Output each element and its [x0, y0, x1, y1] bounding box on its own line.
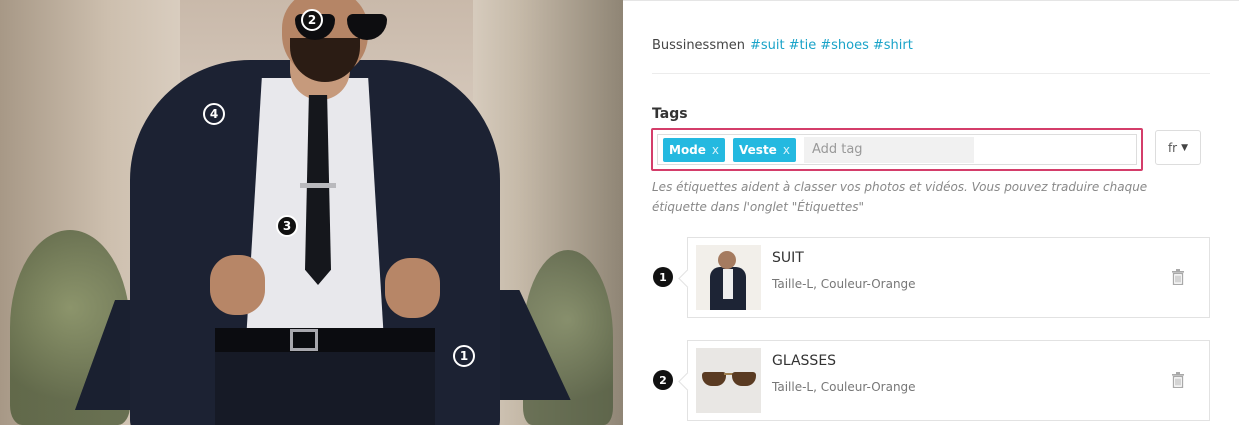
caption-text: Bussinessmen — [652, 38, 745, 53]
trash-icon[interactable] — [1171, 269, 1185, 285]
hand — [210, 255, 265, 315]
tie — [305, 95, 331, 285]
product-title: GLASSES — [772, 353, 837, 369]
hashtag-link[interactable]: #suit — [750, 38, 785, 53]
tags-label: Tags — [652, 106, 688, 122]
caret-down-icon: ▼ — [1181, 142, 1189, 153]
product-photo: 2 4 3 1 — [0, 0, 623, 425]
hashtag-link[interactable]: #shoes — [820, 38, 869, 53]
tag-input-box: Mode x Veste x — [651, 128, 1143, 171]
product-title: SUIT — [772, 250, 804, 266]
language-select[interactable]: fr ▼ — [1155, 130, 1201, 165]
photo-marker-2[interactable]: 2 — [301, 9, 323, 31]
photo-marker-4[interactable]: 4 — [203, 103, 225, 125]
add-tag-input[interactable] — [803, 136, 974, 163]
suit-photo-icon — [696, 245, 761, 310]
hashtag-link[interactable]: #tie — [789, 38, 817, 53]
tag-field[interactable]: Mode x Veste x — [657, 134, 1137, 165]
remove-tag-icon[interactable]: x — [712, 143, 719, 157]
tag-chip-mode: Mode x — [663, 137, 726, 162]
photo-marker-3[interactable]: 3 — [276, 215, 298, 237]
tag-editor-panel: Bussinessmen #suit #tie #shoes #shirt Tags M… — [623, 0, 1239, 425]
belt-buckle — [290, 329, 318, 351]
trash-icon[interactable] — [1171, 372, 1185, 388]
tag-chip-label: Mode — [669, 142, 706, 157]
product-attributes: Taille-L, Couleur-Orange — [772, 380, 916, 394]
tie-clip — [300, 183, 336, 188]
tags-help-text: Les étiquettes aident à classer vos phot… — [652, 180, 1148, 214]
language-value: fr — [1167, 140, 1178, 155]
product-marker: 1 — [653, 267, 673, 287]
product-card[interactable]: GLASSES Taille-L, Couleur-Orange — [687, 340, 1210, 421]
product-card[interactable]: SUIT Taille-L, Couleur-Orange — [687, 237, 1210, 318]
tag-chip-veste: Veste x — [733, 137, 796, 162]
photo-marker-1[interactable]: 1 — [453, 345, 475, 367]
product-attributes: Taille-L, Couleur-Orange — [772, 277, 916, 291]
remove-tag-icon[interactable]: x — [783, 143, 790, 157]
hand — [385, 258, 440, 318]
panel-top-border — [623, 0, 1239, 1]
belt — [215, 328, 435, 352]
hashtag-link[interactable]: #shirt — [873, 38, 913, 53]
product-marker: 2 — [653, 370, 673, 390]
divider — [652, 73, 1210, 74]
photo-caption: Bussinessmen #suit #tie #shoes #shirt — [652, 38, 913, 53]
glasses-photo-icon — [696, 348, 761, 413]
tag-chip-label: Veste — [739, 142, 777, 157]
